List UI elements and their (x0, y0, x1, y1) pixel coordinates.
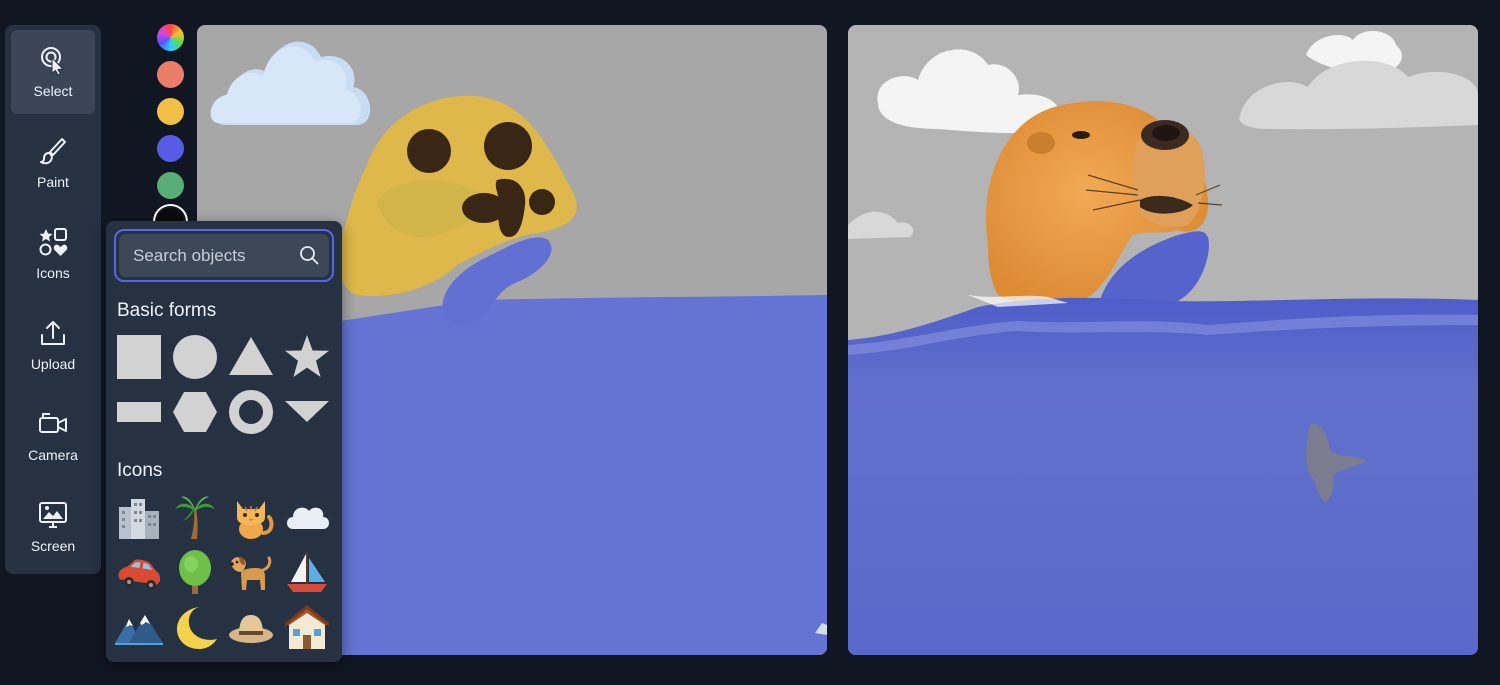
swatch-yellow[interactable] (157, 98, 184, 125)
star-shape[interactable] (283, 333, 331, 381)
paintbrush-icon (40, 138, 66, 165)
tool-paint-button[interactable]: Paint (11, 121, 95, 205)
house-icon[interactable] (283, 603, 331, 651)
swatch-coral[interactable] (157, 61, 184, 88)
generated-artwork (848, 25, 1478, 655)
icons-heading: Icons (117, 460, 163, 481)
crescent-moon-icon[interactable] (171, 603, 219, 651)
tool-paint-label: Paint (37, 174, 69, 190)
tool-sidebar: Select Paint Icons Upload Camera Screen (5, 25, 101, 574)
tool-icons-button[interactable]: Icons (11, 212, 95, 296)
rectangle-shape[interactable] (115, 388, 163, 436)
search-field-inner (119, 234, 329, 277)
tool-upload-label: Upload (30, 356, 76, 372)
basic-forms-heading: Basic forms (117, 300, 217, 321)
ring-shape[interactable] (227, 388, 275, 436)
tool-select-label: Select (33, 83, 73, 99)
tool-icons-label: Icons (36, 265, 70, 281)
tool-screen-button[interactable]: Screen (11, 485, 95, 569)
inverted-triangle-shape[interactable] (283, 388, 331, 436)
palm-tree-icon[interactable] (171, 493, 219, 541)
generated-image-canvas (848, 25, 1478, 655)
tool-select-button[interactable]: Select (11, 30, 95, 114)
search-field (114, 229, 334, 282)
search-input[interactable] (133, 234, 293, 277)
tool-upload-button[interactable]: Upload (11, 303, 95, 387)
cloud-icon[interactable] (283, 493, 331, 541)
tree-icon[interactable] (171, 548, 219, 596)
square-shape[interactable] (115, 333, 163, 381)
mountains-icon[interactable] (115, 603, 163, 651)
hexagon-shape[interactable] (171, 388, 219, 436)
swatch-blue[interactable] (157, 135, 184, 162)
video-camera-icon (39, 413, 67, 433)
screen-share-icon (39, 502, 67, 528)
city-buildings-icon[interactable] (115, 493, 163, 541)
objects-popover: Basic forms Icons (106, 221, 342, 662)
circle-shape[interactable] (171, 333, 219, 381)
car-icon[interactable] (115, 548, 163, 596)
sailboat-icon[interactable] (283, 548, 331, 596)
tool-camera-label: Camera (28, 447, 78, 463)
search-icon[interactable] (299, 245, 319, 265)
pointer-click-icon (41, 47, 65, 75)
hat-icon[interactable] (227, 603, 275, 651)
shapes-icon (39, 228, 68, 256)
cat-icon[interactable] (227, 493, 275, 541)
swatch-green[interactable] (157, 172, 184, 199)
swatch-rainbow[interactable] (157, 24, 184, 51)
dog-icon[interactable] (227, 548, 275, 596)
tool-screen-label: Screen (30, 538, 76, 554)
tool-camera-button[interactable]: Camera (11, 394, 95, 478)
triangle-shape[interactable] (227, 333, 275, 381)
upload-icon (41, 321, 65, 345)
